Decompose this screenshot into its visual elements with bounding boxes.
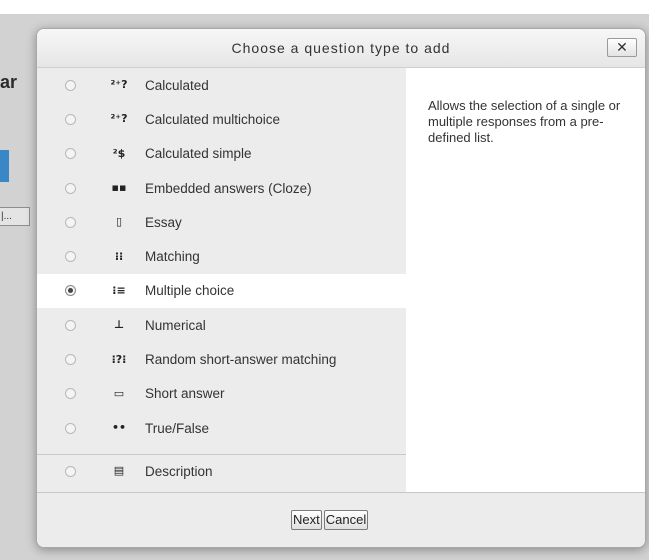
choose-question-type-dialog: Choose a question type to add ✕ ²⁺? Calc… (36, 28, 646, 548)
option-multiple-choice[interactable]: ⁝≡ Multiple choice (37, 273, 406, 309)
calculated-simple-icon: ²$ (112, 146, 126, 160)
essay-icon: ▯ (115, 215, 123, 229)
radio-short-answer[interactable] (65, 388, 76, 400)
option-short-answer[interactable]: ▭ Short answer (37, 377, 406, 411)
radio-calculated[interactable] (65, 79, 76, 91)
radio-calculated-multichoice[interactable] (65, 113, 76, 125)
option-label: Numerical (145, 317, 206, 333)
radio-numerical[interactable] (65, 319, 76, 331)
dialog-footer: Next Cancel (37, 492, 645, 547)
option-calculated-simple[interactable]: ²$ Calculated simple (37, 137, 406, 171)
dialog-title: Choose a question type to add (231, 40, 451, 56)
calculated-icon: ²⁺? (110, 78, 128, 92)
numerical-icon: ⊥ (113, 318, 125, 332)
option-label: Calculated (145, 77, 209, 93)
option-calculated-multichoice[interactable]: ²⁺? Calculated multichoice (37, 102, 406, 136)
option-label: Short answer (145, 386, 225, 402)
question-type-description: Allows the selection of a single or mult… (428, 98, 621, 145)
radio-true-false[interactable] (65, 422, 76, 434)
multiple-choice-icon: ⁝≡ (112, 283, 126, 297)
radio-description[interactable] (65, 465, 76, 477)
option-label: Multiple choice (145, 283, 235, 299)
option-label: Calculated simple (145, 146, 252, 162)
dialog-header: Choose a question type to add ✕ (37, 29, 645, 68)
radio-random-short-answer-matching[interactable] (65, 354, 76, 366)
random-short-answer-icon: ⁝?⁝ (111, 352, 127, 366)
close-icon: ✕ (616, 39, 628, 55)
radio-calculated-simple[interactable] (65, 148, 76, 160)
cloze-icon: ▪▪ (111, 181, 127, 195)
calculated-multichoice-icon: ²⁺? (110, 112, 128, 126)
option-label: Embedded answers (Cloze) (145, 180, 312, 196)
cancel-button[interactable]: Cancel (323, 510, 369, 530)
option-description[interactable]: ▤ Description (37, 454, 406, 487)
radio-multiple-choice[interactable] (65, 285, 76, 297)
option-label: Description (145, 463, 213, 479)
radio-essay[interactable] (65, 216, 76, 228)
background-button-fragment: |... (0, 207, 30, 226)
option-label: True/False (145, 420, 210, 436)
option-numerical[interactable]: ⊥ Numerical (37, 308, 406, 342)
option-label: Essay (145, 214, 182, 230)
option-true-false[interactable]: •• True/False (37, 411, 406, 445)
radio-cloze[interactable] (65, 182, 76, 194)
background-heading-fragment: ar (0, 72, 18, 92)
short-answer-icon: ▭ (113, 386, 125, 400)
option-essay[interactable]: ▯ Essay (37, 205, 406, 239)
matching-icon: ⁝⁝ (114, 249, 124, 263)
option-label: Calculated multichoice (145, 111, 281, 127)
option-calculated[interactable]: ²⁺? Calculated (37, 68, 406, 102)
next-button[interactable]: Next (291, 510, 322, 530)
option-matching[interactable]: ⁝⁝ Matching (37, 239, 406, 273)
option-label: Matching (145, 249, 200, 265)
background-page-top (0, 0, 649, 14)
close-button[interactable]: ✕ (607, 38, 637, 57)
footer-buttons: Next Cancel (291, 510, 369, 530)
option-random-short-answer-matching[interactable]: ⁝?⁝ Random short-answer matching (37, 342, 406, 376)
option-label: Random short-answer matching (145, 352, 337, 368)
description-icon: ▤ (113, 464, 125, 478)
question-type-list: ²⁺? Calculated ²⁺? Calculated multichoic… (37, 68, 406, 492)
true-false-icon: •• (111, 421, 127, 435)
option-cloze[interactable]: ▪▪ Embedded answers (Cloze) (37, 171, 406, 205)
background-blue-bar (0, 150, 9, 182)
radio-matching[interactable] (65, 251, 76, 263)
